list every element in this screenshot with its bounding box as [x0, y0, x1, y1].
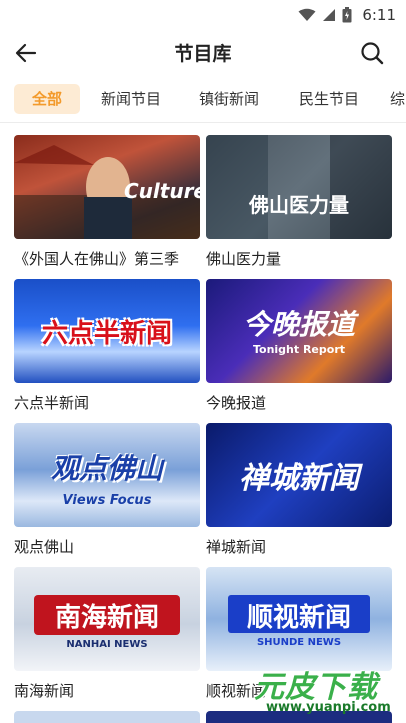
- program-thumbnail: 禅城新闻: [206, 423, 392, 527]
- program-title: 佛山医力量: [206, 250, 282, 268]
- category-tabs: 全部 新闻节目 镇街新闻 民生节目 综: [0, 80, 406, 118]
- program-card[interactable]: 六点半新闻 六点半新闻: [14, 279, 200, 413]
- tab-livelihood[interactable]: 民生节目: [290, 84, 368, 114]
- program-thumbnail: Culture: [14, 135, 200, 239]
- status-bar: 6:11: [0, 0, 406, 30]
- app-bar: 节目库: [0, 30, 406, 76]
- program-title: 六点半新闻: [14, 394, 90, 412]
- signal-icon: [322, 8, 336, 22]
- program-title: 观点佛山: [14, 538, 75, 556]
- tab-town-news[interactable]: 镇街新闻: [190, 84, 268, 114]
- program-thumbnail-partial[interactable]: [14, 711, 200, 723]
- program-card[interactable]: 观点佛山 Views Focus 观点佛山: [14, 423, 200, 557]
- program-thumbnail: 南海新闻 NANHAI NEWS: [14, 567, 200, 671]
- battery-icon: [342, 7, 352, 23]
- tab-variety[interactable]: 综: [390, 84, 406, 114]
- site-watermark: 元皮下载 www.yuanpi.com: [254, 670, 391, 715]
- program-thumbnail: 六点半新闻: [14, 279, 200, 383]
- program-card[interactable]: 禅城新闻 禅城新闻: [206, 423, 392, 557]
- program-thumbnail: 顺视新闻 SHUNDE NEWS: [206, 567, 392, 671]
- program-card[interactable]: 佛山医力量 佛山医力量: [206, 135, 392, 269]
- program-title: 禅城新闻: [206, 538, 267, 556]
- tab-news-programs[interactable]: 新闻节目: [92, 84, 170, 114]
- page-title: 节目库: [174, 43, 232, 65]
- wifi-icon: [298, 8, 316, 22]
- program-card[interactable]: 南海新闻 NANHAI NEWS 南海新闻: [14, 567, 200, 701]
- program-title: 《外国人在佛山》第三季: [14, 250, 180, 268]
- program-thumbnail: 佛山医力量: [206, 135, 392, 239]
- program-title: 今晚报道: [206, 394, 267, 412]
- program-title: 南海新闻: [14, 682, 75, 700]
- tabs-divider: [0, 122, 406, 123]
- program-thumbnail: 今晚报道 Tonight Report: [206, 279, 392, 383]
- clock: 6:11: [362, 6, 396, 24]
- program-card[interactable]: 今晚报道 Tonight Report 今晚报道: [206, 279, 392, 413]
- tab-all[interactable]: 全部: [14, 84, 80, 114]
- search-icon[interactable]: [358, 39, 386, 67]
- program-card[interactable]: Culture 《外国人在佛山》第三季: [14, 135, 200, 269]
- program-thumbnail: 观点佛山 Views Focus: [14, 423, 200, 527]
